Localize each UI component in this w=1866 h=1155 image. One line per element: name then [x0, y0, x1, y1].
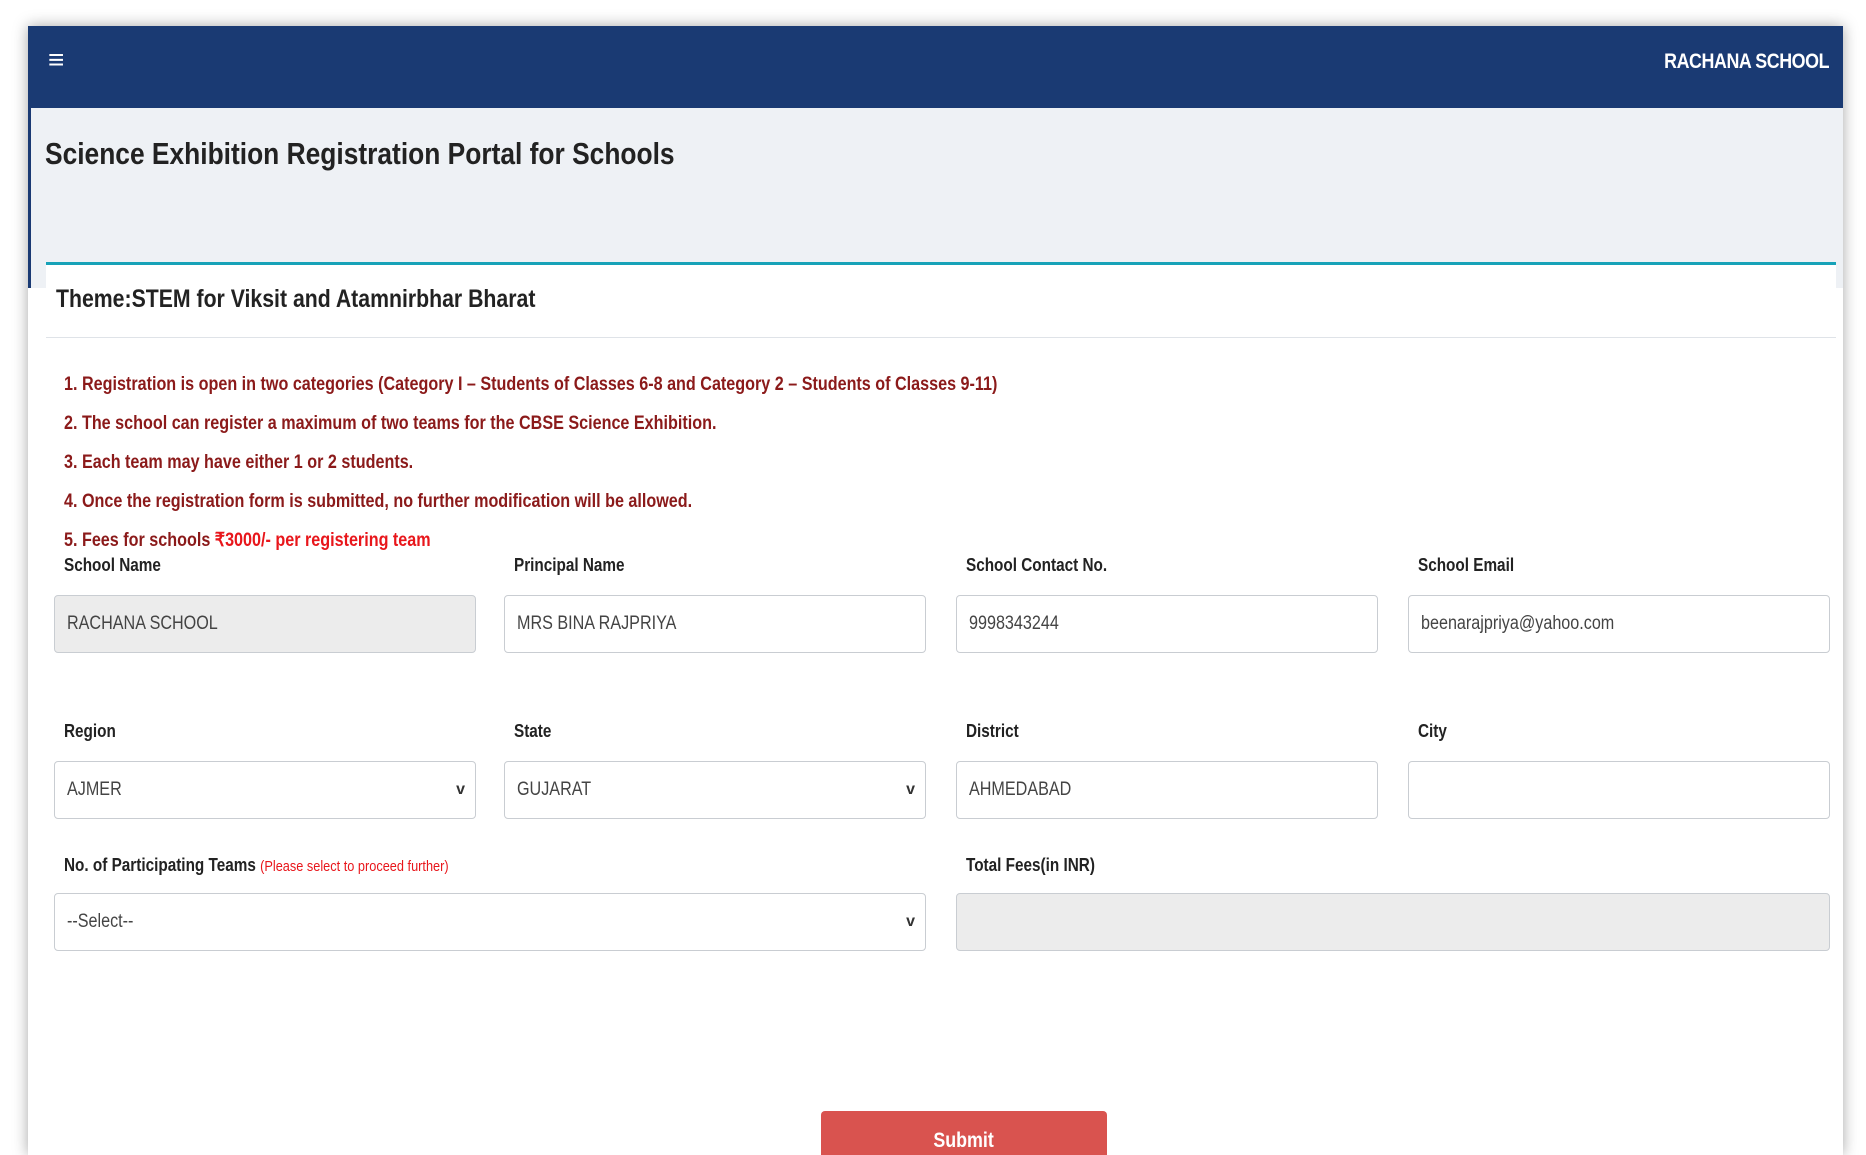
fee-note-prefix: 5. Fees for schools [64, 530, 215, 551]
submit-button[interactable]: Submit [821, 1111, 1107, 1155]
total-fees-field[interactable] [956, 893, 1830, 951]
teams-label: No. of Participating Teams (Please selec… [64, 855, 449, 876]
hamburger-menu-icon[interactable]: ≡ [48, 46, 64, 74]
total-fees-label: Total Fees(in INR) [966, 855, 1095, 875]
contact-value: 9998343244 [969, 613, 1059, 634]
chevron-down-icon: v [906, 913, 915, 930]
state-select[interactable]: GUJARAT v [504, 761, 926, 819]
registration-card: Theme:STEM for Viksit and Atamnirbhar Bh… [46, 262, 1836, 1155]
theme-heading: Theme:STEM for Viksit and Atamnirbhar Bh… [56, 285, 536, 313]
state-label: State [514, 721, 552, 741]
chevron-down-icon: v [456, 781, 465, 798]
instruction-item: 1. Registration is open in two categorie… [64, 374, 998, 395]
school-name-value: RACHANA SCHOOL [67, 613, 218, 634]
card-header: Theme:STEM for Viksit and Atamnirbhar Bh… [46, 265, 1836, 338]
region-label: Region [64, 721, 116, 741]
teams-value: --Select-- [67, 911, 134, 932]
submit-label: Submit [933, 1129, 995, 1152]
city-label: City [1418, 721, 1447, 741]
contact-label: School Contact No. [966, 555, 1108, 575]
district-field[interactable]: AHMEDABAD [956, 761, 1378, 819]
school-name-field[interactable]: RACHANA SCHOOL [54, 595, 476, 653]
instructions-list: 1. Registration is open in two categorie… [64, 365, 1162, 560]
principal-name-field[interactable]: MRS BINA RAJPRIYA [504, 595, 926, 653]
teams-hint: (Please select to proceed further) [260, 858, 449, 875]
district-value: AHMEDABAD [969, 779, 1072, 800]
page-title: Science Exhibition Registration Portal f… [45, 136, 675, 171]
instruction-item: 2. The school can register a maximum of … [64, 413, 717, 434]
app-window: ≡ RACHANA SCHOOL Science Exhibition Regi… [28, 26, 1843, 1155]
district-label: District [966, 721, 1019, 741]
instruction-item: 4. Once the registration form is submitt… [64, 491, 693, 512]
principal-name-label: Principal Name [514, 555, 625, 575]
fee-note-amount: ₹3000/- per registering team [214, 530, 431, 551]
instruction-item: 3. Each team may have either 1 or 2 stud… [64, 452, 414, 473]
email-label: School Email [1418, 555, 1515, 575]
logged-in-school-name[interactable]: RACHANA SCHOOL [1664, 50, 1829, 74]
teams-label-text: No. of Participating Teams [64, 855, 261, 875]
contact-field[interactable]: 9998343244 [956, 595, 1378, 653]
state-value: GUJARAT [517, 779, 592, 800]
teams-select[interactable]: --Select-- v [54, 893, 926, 951]
region-select[interactable]: AJMER v [54, 761, 476, 819]
principal-name-value: MRS BINA RAJPRIYA [517, 613, 677, 634]
school-name-label: School Name [64, 555, 161, 575]
email-field[interactable]: beenarajpriya@yahoo.com [1408, 595, 1830, 653]
region-value: AJMER [67, 779, 122, 800]
chevron-down-icon: v [906, 781, 915, 798]
top-navbar: ≡ RACHANA SCHOOL [28, 26, 1843, 108]
email-value: beenarajpriya@yahoo.com [1421, 613, 1615, 634]
page-header: Science Exhibition Registration Portal f… [28, 108, 1843, 288]
city-field[interactable] [1408, 761, 1830, 819]
